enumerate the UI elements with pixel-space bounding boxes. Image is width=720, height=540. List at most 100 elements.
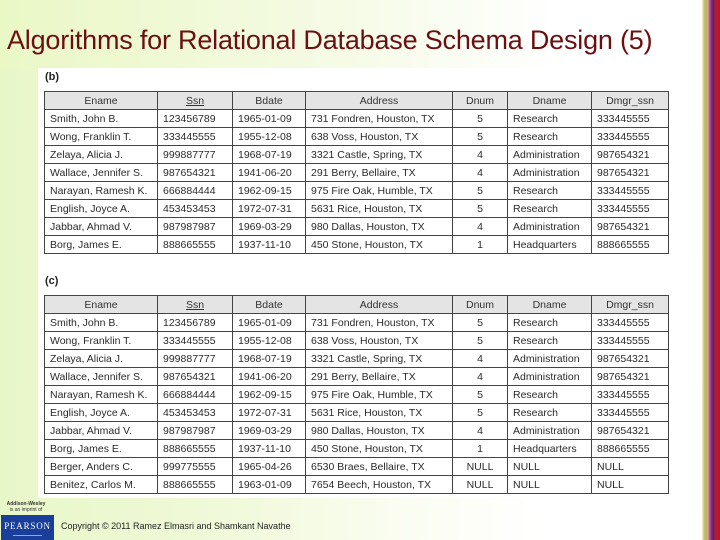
column-header-label: Dname <box>532 298 567 311</box>
cell-address: 7654 Beech, Houston, TX <box>305 475 453 494</box>
cell-dnum: 5 <box>452 331 508 350</box>
cell-dnum: 1 <box>452 235 508 254</box>
cell-ssn: 123456789 <box>157 313 233 332</box>
column-header-dnum: Dnum <box>452 295 508 314</box>
cell-dmgr_ssn: 987654321 <box>591 145 669 164</box>
table-row: Wallace, Jennifer S. 987654321 1941-06-20 2… <box>44 163 669 182</box>
cell-dmgr_ssn: NULL <box>591 457 669 476</box>
cell-ename: Zelaya, Alicia J. <box>44 349 158 368</box>
cell-ename: Wallace, Jennifer S. <box>44 367 158 386</box>
cell-dname: Administration <box>507 145 592 164</box>
cell-ssn: 333445555 <box>157 127 233 146</box>
cell-address: 450 Stone, Houston, TX <box>305 439 453 458</box>
column-header-label: Ssn <box>185 298 205 311</box>
cell-dname: Administration <box>507 163 592 182</box>
column-header-bdate: Bdate <box>232 91 306 110</box>
cell-address: 5631 Rice, Houston, TX <box>305 199 453 218</box>
table-c: Ename Ssn Bdate Address Dnum Dname Dmgr_ssn Sm… <box>44 295 669 494</box>
cell-dmgr_ssn: 987654321 <box>591 163 669 182</box>
table-row: Jabbar, Ahmad V. 987987987 1969-03-29 980 D… <box>44 421 669 440</box>
cell-dmgr_ssn: 333445555 <box>591 127 669 146</box>
table-b-label: (b) <box>45 71 60 83</box>
cell-ename: Benitez, Carlos M. <box>44 475 158 494</box>
cell-bdate: 1969-03-29 <box>232 421 306 440</box>
column-header-label: Ename <box>84 298 118 311</box>
cell-bdate: 1968-07-19 <box>232 145 306 164</box>
table-row: Narayan, Ramesh K. 666884444 1962-09-15 975… <box>44 181 669 200</box>
cell-dname: Research <box>507 109 592 128</box>
cell-bdate: 1963-01-09 <box>232 475 306 494</box>
cell-ssn: 999887777 <box>157 349 233 368</box>
cell-dname: Administration <box>507 217 592 236</box>
cell-ename: Jabbar, Ahmad V. <box>44 421 158 440</box>
table-row: Narayan, Ramesh K. 666884444 1962-09-15 975… <box>44 385 669 404</box>
cell-dmgr_ssn: 333445555 <box>591 385 669 404</box>
column-header-dmgr_ssn: Dmgr_ssn <box>591 295 669 314</box>
cell-ename: English, Joyce A. <box>44 403 158 422</box>
cell-address: 3321 Castle, Spring, TX <box>305 145 453 164</box>
cell-ssn: 999775555 <box>157 457 233 476</box>
cell-dname: Administration <box>507 421 592 440</box>
cell-dnum: 5 <box>452 385 508 404</box>
column-header-ssn: Ssn <box>157 91 233 110</box>
cell-dnum: 1 <box>452 439 508 458</box>
table-row: Berger, Anders C. 999775555 1965-04-26 6530… <box>44 457 669 476</box>
cell-dnum: 5 <box>452 199 508 218</box>
cell-address: 975 Fire Oak, Humble, TX <box>305 385 453 404</box>
cell-address: 731 Fondren, Houston, TX <box>305 109 453 128</box>
column-header-address: Address <box>305 295 453 314</box>
column-header-label: Dmgr_ssn <box>606 298 654 311</box>
table-header-row: Ename Ssn Bdate Address Dnum Dname Dmgr_ssn <box>44 295 669 314</box>
cell-dname: Research <box>507 127 592 146</box>
cell-bdate: 1968-07-19 <box>232 349 306 368</box>
cell-dname: NULL <box>507 457 592 476</box>
cell-dnum: 5 <box>452 403 508 422</box>
cell-address: 980 Dallas, Houston, TX <box>305 217 453 236</box>
table-row: Jabbar, Ahmad V. 987987987 1969-03-29 980 D… <box>44 217 669 236</box>
cell-dname: Research <box>507 403 592 422</box>
column-header-dname: Dname <box>507 91 592 110</box>
cell-ename: Borg, James E. <box>44 235 158 254</box>
cell-dnum: 4 <box>452 145 508 164</box>
cell-dmgr_ssn: 888665555 <box>591 235 669 254</box>
cell-ssn: 888665555 <box>157 475 233 494</box>
cell-dmgr_ssn: 987654321 <box>591 349 669 368</box>
cell-address: 450 Stone, Houston, TX <box>305 235 453 254</box>
cell-dmgr_ssn: 333445555 <box>591 403 669 422</box>
cell-dmgr_ssn: 987654321 <box>591 217 669 236</box>
cell-ssn: 987654321 <box>157 163 233 182</box>
cell-ssn: 999887777 <box>157 145 233 164</box>
cell-ssn: 666884444 <box>157 385 233 404</box>
cell-dname: Research <box>507 181 592 200</box>
cell-ename: Borg, James E. <box>44 439 158 458</box>
cell-ssn: 888665555 <box>157 235 233 254</box>
cell-ename: Narayan, Ramesh K. <box>44 385 158 404</box>
table-row: Wong, Franklin T. 333445555 1955-12-08 638 … <box>44 127 669 146</box>
cell-address: 731 Fondren, Houston, TX <box>305 313 453 332</box>
column-header-label: Address <box>359 298 399 311</box>
cell-address: 3321 Castle, Spring, TX <box>305 349 453 368</box>
cell-ename: Smith, John B. <box>44 313 158 332</box>
cell-bdate: 1965-01-09 <box>232 109 306 128</box>
cell-address: 638 Voss, Houston, TX <box>305 331 453 350</box>
column-header-label: Dmgr_ssn <box>606 94 654 107</box>
cell-bdate: 1972-07-31 <box>232 403 306 422</box>
cell-ename: Wallace, Jennifer S. <box>44 163 158 182</box>
cell-address: 638 Voss, Houston, TX <box>305 127 453 146</box>
cell-dnum: NULL <box>452 475 508 494</box>
cell-dnum: 5 <box>452 109 508 128</box>
cell-dnum: 5 <box>452 181 508 200</box>
cell-address: 975 Fire Oak, Humble, TX <box>305 181 453 200</box>
cell-bdate: 1972-07-31 <box>232 199 306 218</box>
cell-dnum: 4 <box>452 217 508 236</box>
column-header-label: Dnum <box>465 298 494 311</box>
cell-dnum: NULL <box>452 457 508 476</box>
cell-ssn: 987654321 <box>157 367 233 386</box>
cell-dname: Research <box>507 199 592 218</box>
column-header-dmgr_ssn: Dmgr_ssn <box>591 91 669 110</box>
cell-ssn: 333445555 <box>157 331 233 350</box>
cell-bdate: 1955-12-08 <box>232 127 306 146</box>
cell-dmgr_ssn: NULL <box>591 475 669 494</box>
cell-bdate: 1962-09-15 <box>232 181 306 200</box>
cell-bdate: 1969-03-29 <box>232 217 306 236</box>
